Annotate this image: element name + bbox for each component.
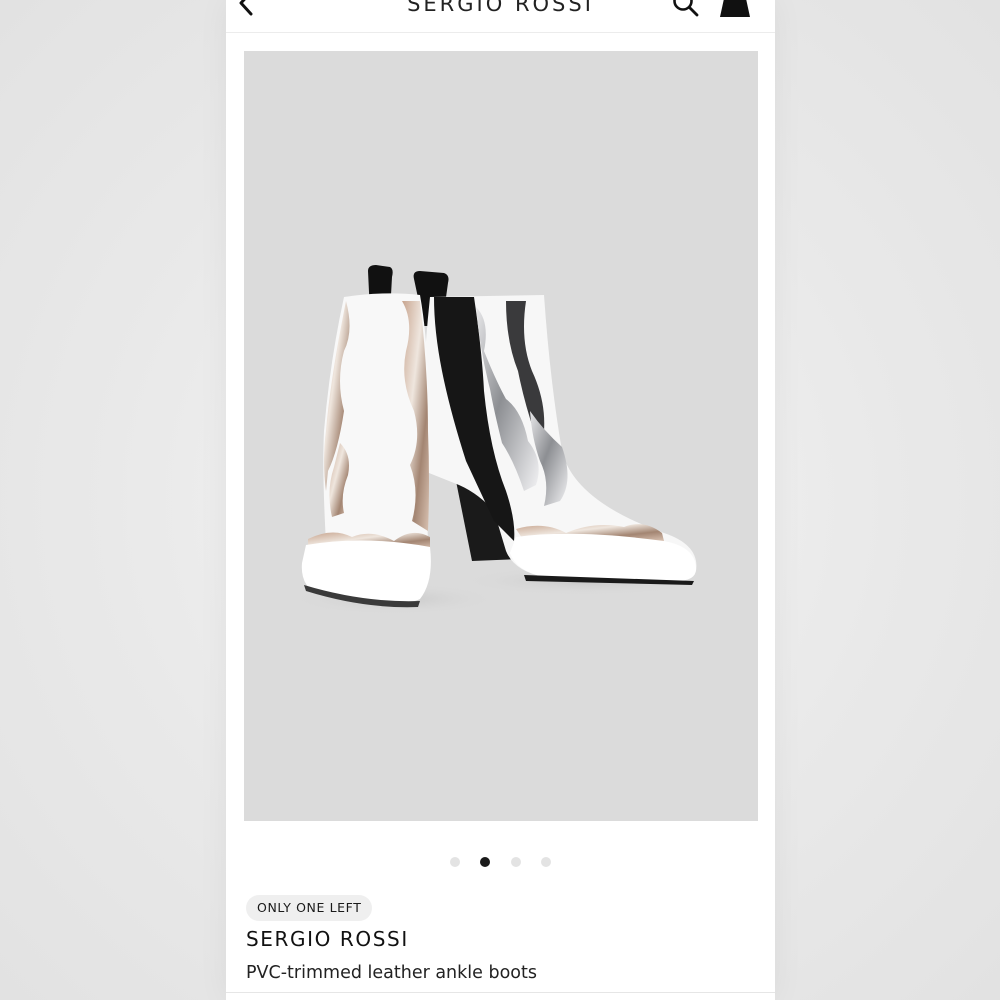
image-carousel-indicator (226, 857, 775, 871)
stock-badge: ONLY ONE LEFT (246, 895, 373, 921)
search-icon (673, 0, 699, 17)
shopping-bag-button[interactable] (716, 0, 754, 18)
product-page: SERGIO ROSSI ONLY ONE LEFT SERGIO ROSSI … (226, 0, 775, 1000)
shopping-bag-icon (720, 0, 750, 17)
divider (226, 992, 775, 993)
product-name: PVC-trimmed leather ankle boots (246, 963, 537, 983)
designer-name[interactable]: SERGIO ROSSI (246, 926, 409, 952)
carousel-dot-1[interactable] (450, 857, 460, 867)
product-image[interactable] (244, 51, 758, 821)
carousel-dot-2[interactable] (480, 857, 490, 867)
carousel-dot-3[interactable] (511, 857, 521, 867)
ankle-boots-photo (244, 51, 758, 821)
search-button[interactable] (672, 0, 700, 18)
top-nav-bar: SERGIO ROSSI (226, 0, 775, 33)
carousel-dot-4[interactable] (541, 857, 551, 867)
